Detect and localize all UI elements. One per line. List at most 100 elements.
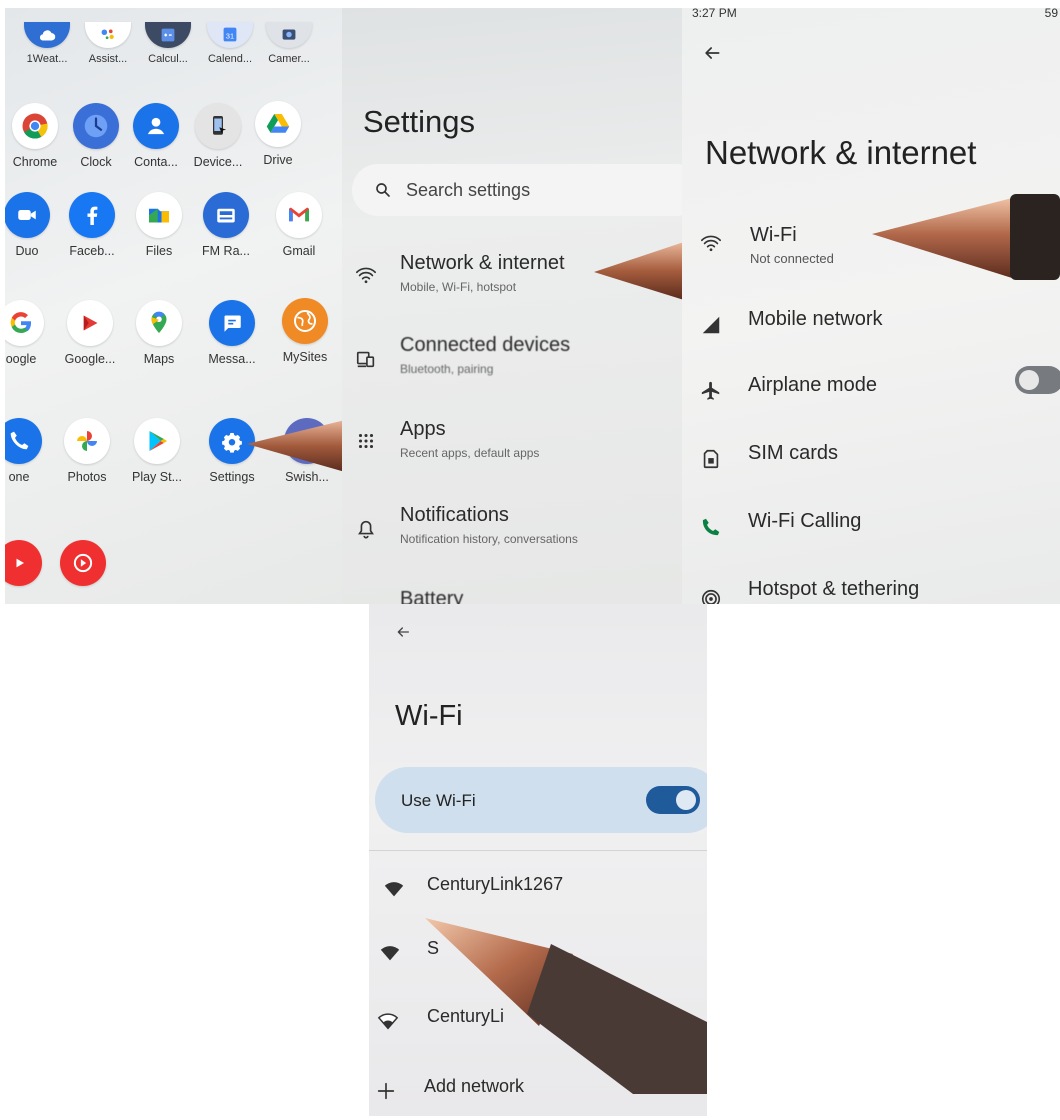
search-bar[interactable] xyxy=(352,164,682,216)
wifi-signal-icon xyxy=(380,946,400,961)
app-label: Conta... xyxy=(134,155,178,169)
app-label: one xyxy=(8,470,30,484)
back-arrow-icon[interactable] xyxy=(702,43,722,63)
app-youtube[interactable] xyxy=(5,540,51,586)
app-maps[interactable]: Maps xyxy=(127,300,191,366)
app-play-store[interactable]: Play St... xyxy=(125,418,189,484)
settings-item-battery[interactable]: Battery xyxy=(342,588,682,604)
app-phone[interactable]: one xyxy=(5,418,51,484)
youtube-music-icon xyxy=(60,540,106,586)
app-1weather[interactable]: 1Weat... xyxy=(15,22,79,65)
devices-icon xyxy=(356,351,375,368)
app-clock[interactable]: Clock xyxy=(64,103,128,169)
app-label: Faceb... xyxy=(69,244,115,258)
bell-icon xyxy=(358,520,374,539)
status-bar: 3:27 PM 59 xyxy=(690,8,1060,22)
network-item-sim[interactable]: SIM cards xyxy=(682,442,1060,492)
messages-icon xyxy=(209,300,255,346)
network-item-wifi-calling[interactable]: Wi-Fi Calling xyxy=(682,510,1060,560)
app-google-play-movies[interactable]: Google... xyxy=(58,300,122,366)
app-gmail[interactable]: Gmail xyxy=(267,192,331,258)
stylus-pen xyxy=(425,918,707,1094)
use-wifi-row[interactable]: Use Wi-Fi xyxy=(375,767,707,833)
app-label: Camer... xyxy=(268,53,310,65)
app-label: Play St... xyxy=(131,470,183,484)
app-label: Clock xyxy=(80,155,112,169)
network-item-mobile[interactable]: Mobile network xyxy=(682,308,1060,358)
airplane-mode-toggle[interactable] xyxy=(1015,366,1060,394)
network-item-title: Wi-Fi xyxy=(750,224,797,246)
stylus-pen xyxy=(594,242,682,300)
divider xyxy=(369,850,707,851)
apps-grid-icon xyxy=(358,433,374,449)
airplane-icon xyxy=(701,381,720,400)
google-icon xyxy=(5,300,44,346)
cloud-icon xyxy=(24,22,70,48)
wifi-panel: Wi-Fi Use Wi-Fi CenturyLink1267 S Centur… xyxy=(369,604,707,1116)
app-calculator[interactable]: Calcul... xyxy=(136,22,200,65)
network-item-hotspot[interactable]: Hotspot & tethering xyxy=(682,578,1060,604)
settings-item-apps[interactable]: Apps Recent apps, default apps xyxy=(342,418,682,478)
svg-text:31: 31 xyxy=(226,32,234,41)
wifi-icon xyxy=(701,235,721,252)
app-device-help[interactable]: Device... xyxy=(186,103,250,169)
wifi-signal-icon xyxy=(384,882,404,897)
app-assistant[interactable]: Assist... xyxy=(76,22,140,65)
settings-item-subtitle: Notification history, conversations xyxy=(400,532,578,546)
back-arrow-icon[interactable] xyxy=(395,624,411,640)
chrome-icon xyxy=(12,103,58,149)
app-label: Assist... xyxy=(88,53,128,65)
search-input[interactable] xyxy=(406,179,646,201)
settings-panel: Settings Network & internet Mobile, Wi-F… xyxy=(342,8,682,604)
settings-item-notifications[interactable]: Notifications Notification history, conv… xyxy=(342,504,682,564)
phone-call-icon xyxy=(702,518,720,536)
app-files[interactable]: Files xyxy=(127,192,191,258)
app-label: MySites xyxy=(282,350,328,364)
network-internet-panel: 3:27 PM 59 Network & internet Wi-Fi Not … xyxy=(682,8,1060,604)
app-camera[interactable]: Camer... xyxy=(257,22,321,65)
app-label: 1Weat... xyxy=(26,53,68,65)
app-youtube-music[interactable] xyxy=(51,540,115,586)
pinwheel-icon xyxy=(64,418,110,464)
settings-item-title: Battery xyxy=(400,588,464,604)
app-label: oogle xyxy=(5,352,37,366)
settings-item-connected-devices[interactable]: Connected devices Bluetooth, pairing xyxy=(342,334,682,394)
phone-icon xyxy=(5,418,42,464)
app-label: Duo xyxy=(15,244,39,258)
app-google[interactable]: oogle xyxy=(5,300,53,366)
network-item-airplane[interactable]: Airplane mode xyxy=(682,374,1060,424)
page-title: Wi-Fi xyxy=(395,700,463,732)
app-label: Messa... xyxy=(208,352,256,366)
toggle-knob xyxy=(676,790,696,810)
settings-item-subtitle: Mobile, Wi-Fi, hotspot xyxy=(400,280,517,294)
app-mysites[interactable]: MySites xyxy=(273,298,337,364)
use-wifi-label: Use Wi-Fi xyxy=(401,791,476,810)
wifi-network-item[interactable]: CenturyLink1267 xyxy=(369,874,707,918)
app-calendar[interactable]: 31 Calend... xyxy=(198,22,262,65)
app-facebook[interactable]: Faceb... xyxy=(60,192,124,258)
clock-icon xyxy=(73,103,119,149)
facebook-icon xyxy=(69,192,115,238)
use-wifi-toggle[interactable] xyxy=(646,786,700,814)
app-contacts[interactable]: Conta... xyxy=(124,103,188,169)
app-label: Calcul... xyxy=(148,53,188,65)
wifi-signal-icon xyxy=(377,1013,399,1030)
app-messages[interactable]: Messa... xyxy=(200,300,264,366)
stylus-pen xyxy=(247,420,342,472)
app-chrome[interactable]: Chrome xyxy=(5,103,67,169)
toggle-knob xyxy=(1019,370,1039,390)
network-item-title: Mobile network xyxy=(748,308,883,330)
app-drive[interactable]: Drive xyxy=(246,101,310,167)
app-duo[interactable]: Duo xyxy=(5,192,59,258)
gmail-icon xyxy=(276,192,322,238)
stylus-pen xyxy=(872,194,1060,280)
app-fm-radio[interactable]: FM Ra... xyxy=(194,192,258,258)
wifi-icon xyxy=(356,267,376,284)
signal-icon xyxy=(702,316,720,334)
app-label: Maps xyxy=(143,352,175,366)
files-icon xyxy=(136,192,182,238)
wifi-network-name: CenturyLink1267 xyxy=(427,874,564,894)
status-time: 3:27 PM xyxy=(692,8,737,20)
network-item-subtitle: Not connected xyxy=(750,251,834,266)
app-photos[interactable]: Photos xyxy=(55,418,119,484)
